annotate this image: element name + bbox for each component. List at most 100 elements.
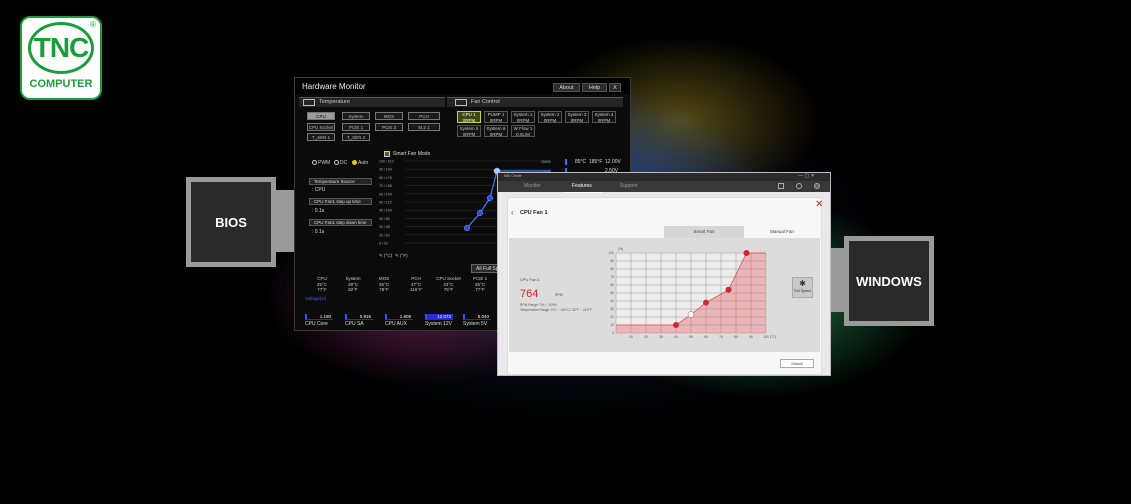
smart-fan-mode-label: Smart Fan Mode <box>393 151 431 157</box>
fan-button-rpm: 0RPM <box>543 117 557 123</box>
step-up-time-field[interactable]: CPU Fan1 step up time <box>309 198 372 205</box>
mode-pwm-radio[interactable]: PWM <box>312 160 330 166</box>
gear-icon[interactable] <box>796 183 802 189</box>
nav-tab-monitor[interactable]: Monitor <box>524 183 541 189</box>
fan-button-name: System 6 <box>486 126 506 131</box>
right-tick-label: 15000 <box>541 160 551 164</box>
help-button[interactable]: Help <box>582 83 607 92</box>
sensor-f: 78°F <box>379 287 389 292</box>
fan-button-rpm: 0RPM <box>462 117 476 123</box>
temperature-range: Temperature Range: 0°C ~ 100°C / 32°F ~ … <box>520 308 592 312</box>
x-tick-label: 70 <box>719 335 723 339</box>
radio-dot-pwm <box>312 160 317 166</box>
fan-title: CPU Fan 1 <box>520 210 548 216</box>
readout-temp: 85°C <box>575 159 587 165</box>
mode-dc-radio[interactable]: DC <box>334 160 347 166</box>
y-tick-label: 70 / 158 <box>379 184 392 188</box>
fan-button-system2[interactable]: System 2 0RPM <box>538 111 562 123</box>
fan-button-name: System 5 <box>459 126 479 131</box>
fan-button-name: System 2 <box>540 112 560 117</box>
fan-button-system6[interactable]: System 6 0RPM <box>484 125 508 137</box>
fan-button-rpm: 0RPM <box>489 117 503 123</box>
y-tick-label: 80 / 176 <box>379 176 392 180</box>
rpm-value: 764 <box>520 288 539 300</box>
grid-icon[interactable] <box>778 183 784 189</box>
smart-fan-mode-checkbox[interactable] <box>384 151 390 157</box>
sensor-f: 75°F <box>443 287 454 292</box>
voltage-bar-5v: 5.040 <box>463 314 491 320</box>
fan-button-pump1[interactable]: PUMP 1 0RPM <box>484 111 508 123</box>
windows-chip: WINDOWS <box>844 236 934 326</box>
fan-button-system5[interactable]: System 5 0RPM <box>457 125 481 137</box>
bios-chip: BIOS <box>186 177 276 267</box>
y-tick-label: 30 / 86 <box>379 217 390 221</box>
tab-manual-fan[interactable]: Manual Fan <box>744 226 820 238</box>
voltage-bar-cpu-sa: 0.916 <box>345 314 373 320</box>
sensor-button-system[interactable]: System <box>342 112 370 120</box>
sensor-button-mos[interactable]: MOS <box>375 112 403 120</box>
voltage-label: Voltage(V) <box>305 296 327 301</box>
fan-button-wflow1[interactable]: W Flow 1 0.0L/M <box>511 125 535 137</box>
x-tick-label: 90 <box>749 335 753 339</box>
full-speed-button[interactable]: ✱ Full Speed <box>792 277 813 298</box>
fan-button-name: PUMP 1 <box>487 112 505 117</box>
back-arrow-icon[interactable]: ‹ <box>511 208 514 217</box>
fan-button-system3[interactable]: System 3 0RPM <box>565 111 589 123</box>
sensor-button-pch[interactable]: PCH <box>408 112 440 120</box>
close-button[interactable]: X <box>609 83 621 92</box>
temperature-source-field[interactable]: Temperature Source <box>309 178 372 185</box>
sensor-button-tsen1[interactable]: T_SEN 1 <box>307 133 335 141</box>
readout-volt: 12.00V <box>605 159 621 165</box>
y-tick-label: 50 <box>610 291 614 295</box>
curve-point <box>703 299 709 306</box>
mode-auto-radio[interactable]: Auto <box>352 160 368 166</box>
sensor-f: 77°F <box>475 287 485 292</box>
y-tick-label: 20 / 68 <box>379 225 390 229</box>
fan-control-header-label: Fan Control <box>471 99 500 105</box>
voltage-name-cpu-aux: CPU AUX <box>385 321 407 327</box>
window-controls[interactable]: — ▢ ✕ <box>798 173 815 179</box>
nav-tab-support[interactable]: Support <box>620 183 638 189</box>
logo-text: TNC <box>33 32 90 63</box>
voltage-name-cpu-sa: CPU SA <box>345 321 364 327</box>
fan-button-system1[interactable]: System 1 0RPM <box>511 111 535 123</box>
windows-chip-label: WINDOWS <box>849 241 929 321</box>
fan-button-cpu1[interactable]: CPU 1 0RPM <box>457 111 481 123</box>
fan-button-rpm: 0RPM <box>516 117 530 123</box>
smart-fan-curve-graph[interactable]: 100908070605040302010010 20 30 40 50 60 70 80 90… <box>602 245 784 345</box>
sensor-button-cpu[interactable]: CPU <box>307 112 335 120</box>
fan-button-rpm: 0RPM <box>597 117 611 123</box>
tab-smart-fan[interactable]: Smart Fan <box>664 226 744 238</box>
fan-button-system4[interactable]: System 4 0RPM <box>592 111 616 123</box>
sensor-button-pcie1[interactable]: PCIE 1 <box>342 123 370 131</box>
y-tick-label: 10 / 50 <box>379 233 390 237</box>
legend-c-label: (°C) <box>384 253 393 258</box>
user-icon[interactable] <box>814 183 820 189</box>
y-tick-label: 30 <box>610 307 614 311</box>
y-tick-label: 90 <box>610 259 614 263</box>
curve-legend-f: ✎ (°F) <box>395 253 408 259</box>
sensor-button-m2[interactable]: M.2 1 <box>408 123 440 131</box>
fan-button-rpm: 0RPM <box>570 117 584 123</box>
y-tick-label: 100 <box>608 251 614 255</box>
curve-point <box>725 286 732 293</box>
rpm-range: RPM Range: 0% ~ 100% <box>520 303 557 307</box>
nav-tab-features[interactable]: Features <box>572 183 592 189</box>
sensor-button-pcie2[interactable]: PCIE 2 <box>375 123 403 131</box>
about-button[interactable]: About <box>553 83 580 92</box>
full-speed-label: Full Speed <box>794 289 811 293</box>
bios-window-title: Hardware Monitor <box>302 82 366 91</box>
step-down-time-field[interactable]: CPU Fan1 step down time <box>309 219 372 226</box>
current-point <box>687 311 695 318</box>
sensor-button-tsen2[interactable]: T_SEN 2 <box>342 133 370 141</box>
close-icon[interactable]: ✕ <box>815 199 823 210</box>
tnc-computer-logo: TNC COMPUTER ® <box>20 16 102 100</box>
default-button[interactable]: Default <box>780 359 814 368</box>
radio-dot-dc <box>334 160 339 166</box>
bios-connector <box>276 190 294 252</box>
curve-point <box>743 250 750 256</box>
sensor-button-cpu-socket[interactable]: CPU Socket <box>307 123 335 131</box>
temperature-header: Temperature <box>299 97 445 107</box>
x-tick-label: 20 <box>644 335 648 339</box>
nav-tab-indicator <box>564 192 602 193</box>
